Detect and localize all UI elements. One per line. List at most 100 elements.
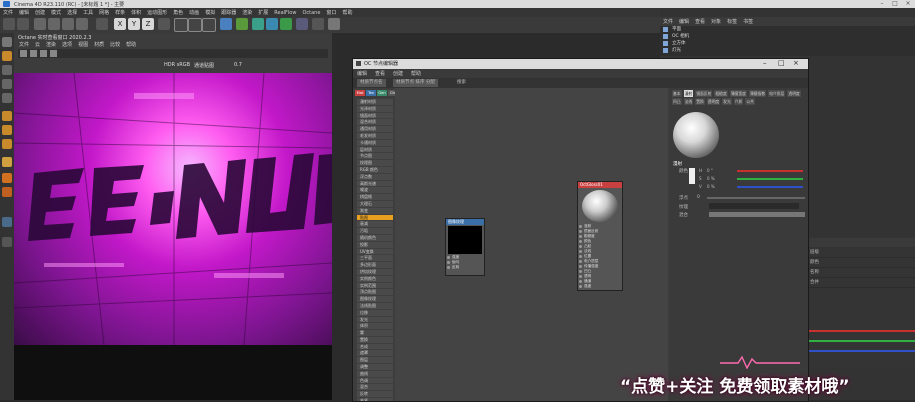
material-tab[interactable]: 漫射 [683, 90, 694, 97]
material-tab[interactable]: 薄膜宽度 [729, 90, 747, 97]
x-axis-icon[interactable]: X [114, 18, 126, 30]
image-texture-node[interactable]: 图像纹理 强度 伽马 反转 [445, 218, 485, 276]
channel-value[interactable]: 0 % [707, 176, 715, 181]
stop-icon[interactable] [30, 50, 37, 57]
material-tab[interactable]: 透明度 [706, 98, 721, 105]
viewer-menu-item[interactable]: 文件 [19, 41, 29, 48]
material-tab[interactable]: 透明度 [787, 90, 801, 97]
ne-menu-item[interactable]: 查看 [375, 70, 385, 77]
tag-icon[interactable] [2, 187, 12, 197]
channel-row[interactable]: H 0 ° [699, 167, 805, 175]
menu-item[interactable]: RealFlow [274, 10, 296, 16]
ne-maximize-icon[interactable]: □ [778, 59, 785, 67]
mode-label[interactable]: 通道贴图 [194, 62, 214, 69]
sort-assign-button[interactable]: 材质节点 排序 分配 [393, 79, 438, 87]
material-tab[interactable]: 置换 [695, 98, 705, 105]
node-type-item[interactable]: 随机颜色 [357, 235, 393, 242]
menu-item[interactable]: 文件 [3, 9, 13, 16]
viewer-menu-item[interactable]: 材质 [94, 41, 104, 48]
ne-close-icon[interactable]: × [793, 59, 799, 67]
material-tab[interactable]: 法线 [683, 98, 694, 105]
render-view-icon[interactable] [174, 18, 188, 32]
menu-item[interactable]: 渲染 [242, 9, 252, 16]
hdr-label[interactable]: HDR sRGB [164, 62, 190, 68]
texture-mode-icon[interactable] [2, 51, 12, 61]
subdivision-icon[interactable] [252, 18, 264, 30]
menu-item[interactable]: 选择 [67, 9, 77, 16]
node-type-item[interactable]: 纹理图 [357, 160, 393, 167]
node-type-item[interactable]: 光泽材质 [357, 106, 393, 113]
menu-item[interactable]: Octane [302, 10, 320, 16]
camera-icon[interactable] [312, 18, 324, 30]
menu-item[interactable]: 网格 [99, 9, 109, 16]
menu-item[interactable]: 体积 [131, 9, 141, 16]
object-menu-item[interactable]: 文件 [663, 18, 673, 25]
material-tab[interactable]: 介质 [733, 98, 744, 105]
script-icon[interactable] [2, 237, 12, 247]
menu-item[interactable]: 动画 [189, 9, 199, 16]
model-mode-icon[interactable] [2, 37, 12, 47]
refresh-icon[interactable] [40, 50, 47, 57]
snap-icon[interactable] [2, 125, 12, 135]
close-icon[interactable]: × [902, 0, 914, 8]
material-name-button[interactable]: 材质节点名 [357, 79, 386, 87]
node-type-item[interactable]: 大理石 [357, 201, 393, 208]
move-icon[interactable] [48, 18, 60, 30]
viewer-menu-item[interactable]: 渲染 [46, 41, 56, 48]
node-type-item[interactable]: 漫射材质 [357, 99, 393, 106]
node-type-item[interactable]: 卡通材质 [357, 140, 393, 147]
menu-item[interactable]: 样条 [115, 9, 125, 16]
rotate-icon[interactable] [76, 18, 88, 30]
menu-item[interactable]: 角色 [173, 9, 183, 16]
viewer-menu-item[interactable]: 帮助 [126, 41, 136, 48]
play-icon[interactable] [20, 50, 27, 57]
object-row[interactable]: 立方体 [660, 40, 915, 47]
float-slider[interactable] [707, 197, 805, 199]
edges-mode-icon[interactable] [2, 79, 12, 89]
minimize-icon[interactable]: – [876, 0, 888, 8]
points-mode-icon[interactable] [2, 65, 12, 75]
pen-icon[interactable] [236, 18, 248, 30]
material-tab[interactable]: 粗糙度 [714, 90, 728, 97]
node-type-item[interactable]: 实例颜色 [357, 276, 393, 283]
object-row[interactable]: 灯光 [660, 47, 915, 54]
menu-item[interactable]: 运动图形 [147, 9, 167, 16]
node-type-item[interactable]: RGB 颜色 [357, 167, 393, 174]
material-tab[interactable]: 镜面反射 [695, 90, 713, 97]
channel-slider[interactable] [737, 186, 803, 188]
node-pin[interactable]: 反转 [446, 265, 484, 270]
category-tab[interactable]: Gen [377, 90, 387, 96]
node-type-item[interactable]: 通用材质 [357, 126, 393, 133]
node-type-item[interactable]: 渐变 [357, 208, 393, 215]
node-type-item[interactable]: 污垢 [357, 228, 393, 235]
node-type-item[interactable]: 调整 [357, 364, 393, 371]
scale-icon[interactable] [62, 18, 74, 30]
select-icon[interactable] [34, 18, 46, 30]
ne-menu-item[interactable]: 创建 [393, 70, 403, 77]
node-type-item[interactable]: 多边形面 [357, 262, 393, 269]
pause-icon[interactable] [50, 50, 57, 57]
render-icon[interactable] [188, 18, 202, 32]
category-tab[interactable]: Mat [355, 90, 365, 96]
floor-icon[interactable] [296, 18, 308, 30]
viewer-menu-item[interactable]: 比较 [110, 41, 120, 48]
category-tab[interactable]: Tex [366, 90, 376, 96]
ne-minimize-icon[interactable]: – [763, 59, 767, 67]
axis-mode-icon[interactable] [2, 111, 12, 121]
maximize-icon[interactable]: □ [889, 0, 901, 8]
coord-system-icon[interactable] [158, 18, 170, 30]
material-tab[interactable]: 电介质层 [768, 90, 786, 97]
node-type-item[interactable]: 法线贴图 [357, 303, 393, 310]
node-type-item[interactable]: 毛发材质 [357, 133, 393, 140]
float-value[interactable]: 0 [697, 195, 700, 200]
object-menu-item[interactable]: 查看 [695, 18, 705, 25]
menu-item[interactable]: 扩展 [258, 9, 268, 16]
undo-icon[interactable] [3, 18, 15, 30]
node-type-item[interactable]: 曲线 [357, 371, 393, 378]
object-row[interactable]: OC 相机 [660, 33, 915, 40]
node-type-item[interactable]: 置换 [357, 337, 393, 344]
menu-item[interactable]: 编辑 [19, 9, 29, 16]
polygons-mode-icon[interactable] [2, 93, 12, 103]
render-viewport[interactable] [14, 73, 332, 345]
menu-item[interactable]: 创建 [35, 9, 45, 16]
